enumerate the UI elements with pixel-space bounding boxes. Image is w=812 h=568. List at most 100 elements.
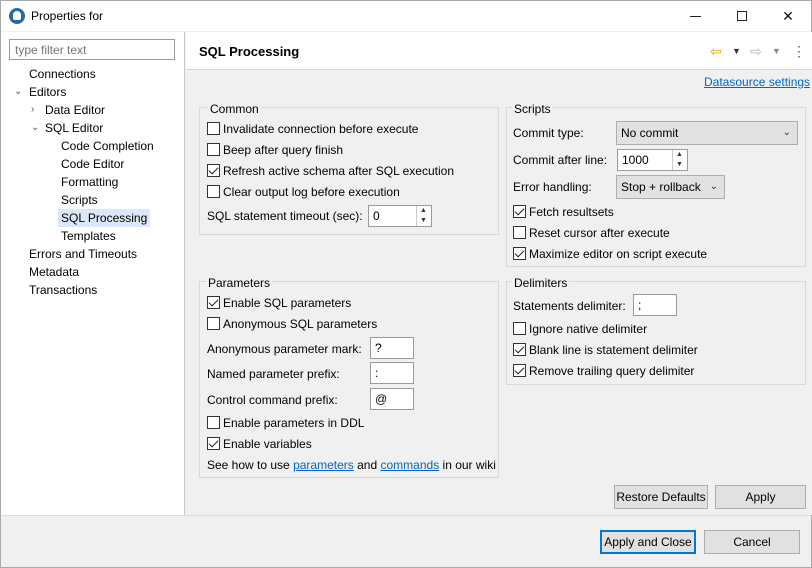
maximize-icon (737, 11, 747, 21)
commit-after-value: 1000 (622, 153, 649, 167)
commit-type-value: No commit (621, 126, 679, 140)
spin-down-icon[interactable]: ▼ (417, 216, 430, 226)
commit-after-input[interactable]: 1000 ▲ ▼ (617, 149, 688, 171)
more-options-icon[interactable]: ⋮ (792, 42, 806, 60)
control-prefix-value: @ (375, 392, 388, 406)
invalidate-label: Invalidate connection before execute (223, 122, 419, 136)
sidebar-item-errors-timeouts[interactable]: Errors and Timeouts (29, 245, 137, 263)
parameters-link[interactable]: parameters (293, 458, 354, 472)
back-arrow-icon[interactable]: ⇦ (710, 42, 722, 60)
anon-mark-value: ? (375, 341, 382, 355)
enable-sql-params-checkbox[interactable] (207, 296, 220, 309)
sidebar: Connections ⌄ Editors › Data Editor ⌄ SQ… (1, 32, 185, 515)
sidebar-item-connections[interactable]: Connections (29, 65, 96, 83)
sidebar-item-sql-processing[interactable]: SQL Processing (58, 209, 151, 227)
spin-up-icon[interactable]: ▲ (673, 150, 686, 160)
minimize-icon (690, 16, 701, 17)
named-prefix-label: Named parameter prefix: (207, 367, 340, 381)
sidebar-item-templates[interactable]: Templates (61, 227, 116, 245)
timeout-spinner[interactable]: ▲ ▼ (416, 206, 430, 226)
chevron-right-icon[interactable]: › (31, 101, 41, 119)
sidebar-item-transactions[interactable]: Transactions (29, 281, 97, 299)
sidebar-item-sql-editor[interactable]: SQL Editor (45, 119, 103, 137)
window-title: Properties for (31, 9, 104, 23)
close-icon: ✕ (782, 8, 794, 24)
remove-trailing-label: Remove trailing query delimiter (529, 364, 695, 378)
sidebar-item-code-completion[interactable]: Code Completion (61, 137, 154, 155)
footer-divider (1, 515, 811, 516)
page-header: SQL Processing ⇦ ▼ ⇨ ▼ ⋮ (186, 32, 812, 70)
maximize-editor-label: Maximize editor on script execute (529, 247, 708, 261)
clear-log-checkbox[interactable] (207, 185, 220, 198)
sidebar-item-code-editor[interactable]: Code Editor (61, 155, 124, 173)
sidebar-item-data-editor[interactable]: Data Editor (45, 101, 105, 119)
enable-sql-params-label: Enable SQL parameters (223, 296, 352, 310)
forward-arrow-icon[interactable]: ⇨ (750, 42, 762, 60)
datasource-settings-link[interactable]: Datasource settings (704, 75, 810, 89)
sidebar-item-formatting[interactable]: Formatting (61, 173, 118, 191)
fetch-resultsets-checkbox[interactable] (513, 205, 526, 218)
statements-delimiter-value: ; (638, 298, 642, 312)
statements-delimiter-input[interactable]: ; (633, 294, 677, 316)
enable-variables-checkbox[interactable] (207, 437, 220, 450)
anon-mark-label: Anonymous parameter mark: (207, 342, 362, 356)
blank-line-label: Blank line is statement delimiter (529, 343, 698, 357)
anon-mark-input[interactable]: ? (370, 337, 414, 359)
spin-up-icon[interactable]: ▲ (417, 206, 430, 216)
ignore-native-checkbox[interactable] (513, 322, 526, 335)
timeout-input[interactable]: 0 ▲ ▼ (368, 205, 432, 227)
sidebar-item-editors[interactable]: Editors (29, 83, 66, 101)
sidebar-item-scripts[interactable]: Scripts (61, 191, 98, 209)
apply-button[interactable]: Apply (715, 485, 806, 509)
invalidate-checkbox[interactable] (207, 122, 220, 135)
ignore-native-label: Ignore native delimiter (529, 322, 648, 336)
close-button[interactable]: ✕ (765, 1, 811, 31)
named-prefix-input[interactable]: : (370, 362, 414, 384)
anonymous-params-label: Anonymous SQL parameters (223, 317, 378, 331)
help-suffix: in our wiki (442, 458, 496, 472)
spin-down-icon[interactable]: ▼ (673, 160, 686, 170)
chevron-down-icon: ⌄ (709, 181, 718, 192)
error-handling-select[interactable]: Stop + rollback ⌄ (616, 175, 725, 199)
timeout-label: SQL statement timeout (sec): (207, 209, 363, 223)
beep-checkbox[interactable] (207, 143, 220, 156)
scripts-title: Scripts (512, 102, 553, 116)
restore-defaults-button[interactable]: Restore Defaults (614, 485, 708, 509)
commit-type-label: Commit type: (513, 126, 584, 140)
control-prefix-label: Control command prefix: (207, 393, 338, 407)
ddl-params-checkbox[interactable] (207, 416, 220, 429)
control-prefix-input[interactable]: @ (370, 388, 414, 410)
beep-label: Beep after query finish (223, 143, 344, 157)
cancel-button[interactable]: Cancel (704, 530, 800, 554)
error-handling-label: Error handling: (513, 180, 592, 194)
reset-cursor-label: Reset cursor after execute (529, 226, 670, 240)
ddl-params-label: Enable parameters in DDL (223, 416, 365, 430)
commit-type-select[interactable]: No commit ⌄ (616, 121, 798, 145)
reset-cursor-checkbox[interactable] (513, 226, 526, 239)
commands-link[interactable]: commands (381, 458, 440, 472)
apply-and-close-button[interactable]: Apply and Close (600, 530, 696, 554)
filter-input[interactable] (9, 39, 175, 60)
sidebar-item-metadata[interactable]: Metadata (29, 263, 79, 281)
back-dropdown-icon[interactable]: ▼ (732, 42, 741, 60)
help-and: and (357, 458, 378, 472)
forward-dropdown-icon[interactable]: ▼ (772, 42, 781, 60)
anonymous-params-checkbox[interactable] (207, 317, 220, 330)
properties-window: Properties for ✕ Connections ⌄ Editors ›… (0, 0, 812, 568)
maximize-editor-checkbox[interactable] (513, 247, 526, 260)
commit-after-spinner[interactable]: ▲ ▼ (672, 150, 686, 170)
chevron-down-icon[interactable]: ⌄ (31, 119, 41, 137)
refresh-schema-checkbox[interactable] (207, 164, 220, 177)
help-prefix: See how to use (207, 458, 290, 472)
refresh-schema-label: Refresh active schema after SQL executio… (223, 164, 454, 178)
chevron-down-icon[interactable]: ⌄ (14, 83, 24, 101)
named-prefix-value: : (375, 366, 379, 380)
fetch-resultsets-label: Fetch resultsets (529, 205, 614, 219)
title-bar: Properties for ✕ (1, 1, 811, 31)
maximize-button[interactable] (719, 1, 765, 31)
blank-line-checkbox[interactable] (513, 343, 526, 356)
minimize-button[interactable] (673, 1, 719, 31)
remove-trailing-checkbox[interactable] (513, 364, 526, 377)
help-text: See how to use parameters and commands i… (207, 456, 496, 474)
delimiters-title: Delimiters (512, 276, 570, 290)
